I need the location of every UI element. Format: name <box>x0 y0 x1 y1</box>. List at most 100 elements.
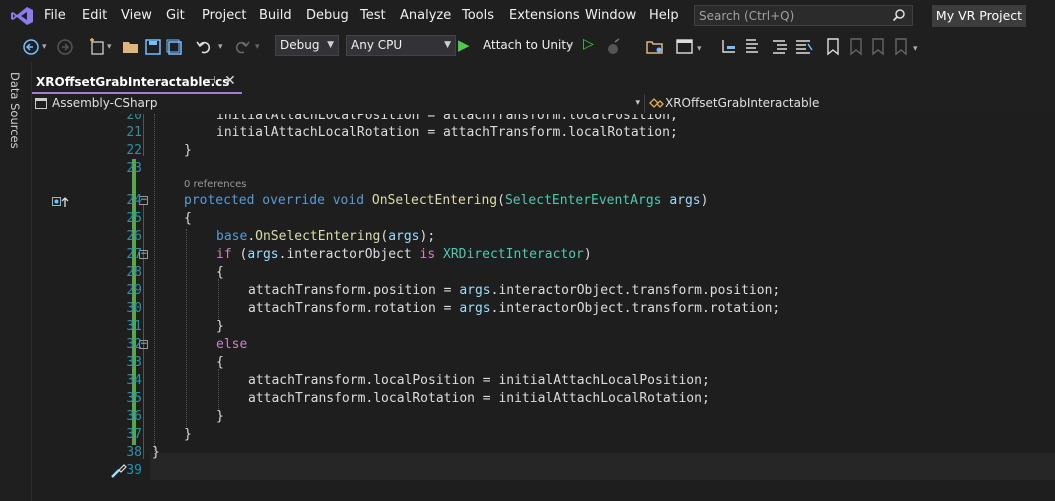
redo-icon[interactable] <box>232 38 250 56</box>
platform-value: Any CPU <box>351 38 403 52</box>
play-icon[interactable]: ▶ <box>458 36 470 54</box>
line-number: 25 <box>126 211 142 226</box>
data-sources-tab[interactable]: Data Sources <box>8 72 22 149</box>
toolbar-overflow-icon[interactable]: ▾ <box>913 44 918 62</box>
code-line: } <box>184 143 192 158</box>
undo-dropdown-icon[interactable]: ▾ <box>218 42 223 60</box>
line-number: 20 <box>126 114 142 123</box>
menu-test[interactable]: Test <box>360 8 386 23</box>
code-line: attachTransform.position = args.interact… <box>248 283 781 298</box>
menu-build[interactable]: Build <box>259 8 292 23</box>
code-line: } <box>184 427 192 442</box>
line-number: 38 <box>126 445 142 460</box>
line-number: 28 <box>126 265 142 280</box>
code-line: } <box>152 445 160 460</box>
back-icon[interactable] <box>22 38 40 56</box>
code-line: if (args.interactorObject is XRDirectInt… <box>216 247 592 262</box>
menu-bar: File Edit View Git Project Build Debug T… <box>0 0 1055 32</box>
line-number: 35 <box>126 391 142 406</box>
indent-guide <box>154 114 155 454</box>
layout-dropdown-icon[interactable]: ▾ <box>697 44 702 62</box>
menu-view[interactable]: View <box>121 8 152 23</box>
search-input[interactable]: Search (Ctrl+Q) <box>694 5 913 26</box>
project-name-badge[interactable]: My VR Project <box>932 5 1026 27</box>
line-number: 22 <box>126 143 142 158</box>
uncomment-lines-icon[interactable] <box>795 38 813 56</box>
forward-icon[interactable] <box>56 38 74 56</box>
code-line: base.OnSelectEntering(args); <box>216 229 436 244</box>
comment-lines-icon[interactable] <box>772 38 790 56</box>
save-all-icon[interactable] <box>166 38 182 56</box>
menu-git[interactable]: Git <box>166 8 185 23</box>
bookmark-icon[interactable] <box>826 38 840 56</box>
chevron-down-icon: ▼ <box>327 40 334 50</box>
assembly-icon <box>35 98 47 109</box>
window-layout-icon[interactable] <box>676 38 694 56</box>
line-number: 27 <box>126 247 142 262</box>
line-number: 31 <box>126 319 142 334</box>
menu-extensions[interactable]: Extensions <box>509 8 580 23</box>
code-line: else <box>216 337 248 352</box>
hot-reload-icon[interactable] <box>605 38 623 56</box>
line-number: 37 <box>126 427 142 442</box>
close-icon[interactable]: ✕ <box>224 73 236 89</box>
menu-help[interactable]: Help <box>649 8 679 23</box>
line-number: 33 <box>126 355 142 370</box>
step-into-icon[interactable] <box>720 38 738 56</box>
menu-file[interactable]: File <box>44 8 66 23</box>
code-line: { <box>216 265 224 280</box>
toolbar: ▾ ▾ ▾ ▾ ▶ Attach to Unity ▾ ▷ ▾ ▾ <box>0 32 1055 62</box>
menu-analyze[interactable]: Analyze <box>400 8 451 23</box>
menu-tools[interactable]: Tools <box>462 8 494 23</box>
menu-project[interactable]: Project <box>202 8 246 23</box>
start-without-debugging-icon[interactable]: ▷ <box>583 36 594 54</box>
code-line: protected override void OnSelectEntering… <box>184 193 709 208</box>
attach-to-unity-button[interactable]: Attach to Unity <box>483 38 573 56</box>
new-project-icon[interactable] <box>88 38 106 56</box>
visual-studio-logo-icon[interactable] <box>10 6 34 26</box>
line-number: 36 <box>126 409 142 424</box>
configuration-select[interactable]: Debug ▼ <box>275 35 339 56</box>
save-icon[interactable] <box>145 38 161 56</box>
undo-icon[interactable] <box>196 38 214 56</box>
code-line: } <box>216 319 224 334</box>
code-line: initialAttachLocalPosition = attachTrans… <box>216 114 678 123</box>
chevron-down-icon: ▼ <box>444 40 451 50</box>
solution-folder-icon[interactable] <box>646 38 664 56</box>
fold-guide <box>143 441 144 459</box>
codelens-references[interactable]: 0 references <box>184 179 247 190</box>
previous-bookmark-icon[interactable] <box>848 38 864 56</box>
code-line: attachTransform.localPosition = initialA… <box>248 373 710 388</box>
format-document-icon[interactable] <box>743 38 761 56</box>
redo-dropdown-icon[interactable]: ▾ <box>255 42 260 60</box>
menu-window[interactable]: Window <box>585 8 636 23</box>
code-line: { <box>216 355 224 370</box>
search-placeholder: Search (Ctrl+Q) <box>699 9 795 23</box>
open-folder-icon[interactable] <box>122 38 140 56</box>
line-number: 32 <box>126 337 142 352</box>
clear-bookmarks-icon[interactable] <box>893 38 909 56</box>
fold-guide <box>143 114 144 156</box>
code-line: { <box>184 211 192 226</box>
class-dropdown[interactable]: XROffsetGrabInteractable <box>644 94 1055 113</box>
menu-edit[interactable]: Edit <box>82 8 107 23</box>
new-dropdown-icon[interactable]: ▾ <box>107 42 112 60</box>
line-number: 29 <box>126 283 142 298</box>
assembly-name: Assembly-CSharp <box>52 96 158 110</box>
line-number: 24 <box>126 193 142 208</box>
line-number: 39 <box>126 463 142 478</box>
menu-debug[interactable]: Debug <box>306 8 349 23</box>
platform-select[interactable]: Any CPU ▼ <box>346 35 456 56</box>
tab-filename: XROffsetGrabInteractable.cs <box>36 75 230 89</box>
attach-dropdown-icon[interactable]: ▾ <box>568 42 573 60</box>
tab-xroffsetgrabinteractable[interactable]: XROffsetGrabInteractable.cs ⊣ ✕ <box>32 72 242 94</box>
back-dropdown-icon[interactable]: ▾ <box>42 42 47 60</box>
pin-icon[interactable]: ⊣ <box>207 75 216 86</box>
fold-guide <box>143 205 144 441</box>
class-icon <box>649 98 664 108</box>
code-editor[interactable]: − − − 20 21 22 23 24 25 26 27 28 29 30 3… <box>32 114 1055 501</box>
line-number: 21 <box>126 125 142 140</box>
override-glyph-icon[interactable] <box>52 196 70 208</box>
assembly-dropdown[interactable]: Assembly-CSharp ▾ <box>32 94 642 113</box>
next-bookmark-icon[interactable] <box>870 38 886 56</box>
